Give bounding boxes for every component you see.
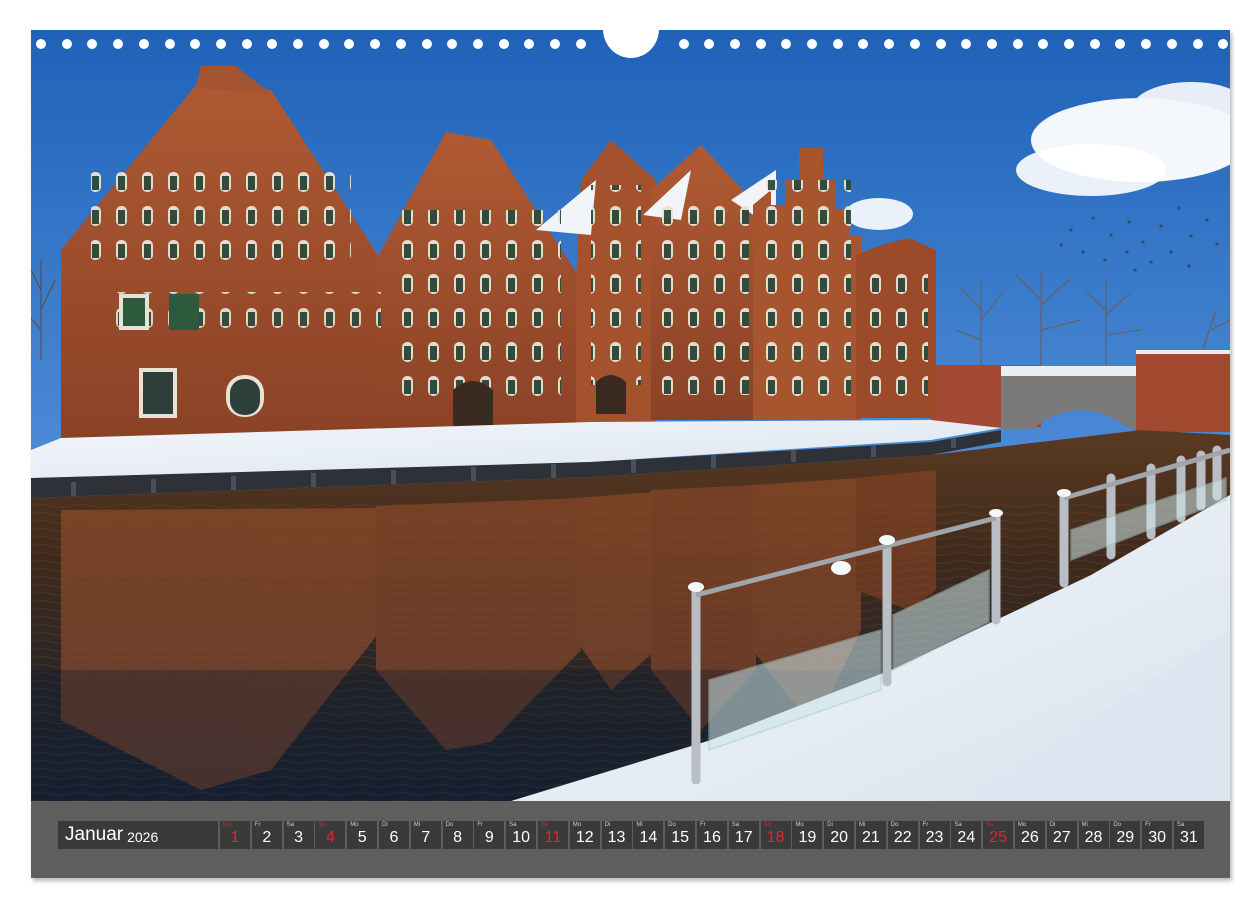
month-label: Januar 2026 bbox=[58, 821, 218, 849]
day-number: 25 bbox=[989, 829, 1008, 846]
day-cell: Mi 7 bbox=[410, 821, 441, 849]
day-of-week: Mi bbox=[1081, 822, 1088, 828]
day-of-week: Fr bbox=[254, 822, 261, 828]
month-year: 2026 bbox=[127, 828, 159, 845]
day-of-week: Fr bbox=[477, 822, 484, 828]
day-number: 23 bbox=[925, 829, 944, 846]
day-of-week: Mi bbox=[858, 822, 866, 828]
day-of-week: Fr bbox=[699, 822, 706, 828]
day-of-week: Mi bbox=[636, 822, 643, 828]
day-number: 4 bbox=[325, 829, 335, 846]
day-number: 12 bbox=[575, 829, 594, 846]
day-of-week: Sa bbox=[731, 822, 740, 828]
day-number: 31 bbox=[1180, 829, 1198, 846]
day-number: 13 bbox=[607, 829, 626, 846]
day-number: 6 bbox=[389, 829, 399, 846]
day-cell: So 25 bbox=[983, 821, 1014, 849]
day-of-week: Sa bbox=[1176, 822, 1185, 828]
day-cell: Mo 5 bbox=[347, 821, 378, 849]
day-cell: Sa 24 bbox=[951, 821, 982, 849]
day-cell: Do 15 bbox=[665, 821, 696, 849]
day-number: 16 bbox=[703, 829, 721, 846]
day-cell: So 11 bbox=[537, 821, 568, 849]
day-of-week: Mo bbox=[795, 822, 804, 828]
day-number: 24 bbox=[957, 829, 976, 846]
day-number: 27 bbox=[1052, 829, 1071, 846]
day-cell: Di 27 bbox=[1046, 821, 1077, 849]
day-of-week: Do bbox=[1113, 822, 1121, 828]
day-of-week: Fr bbox=[1145, 822, 1151, 828]
day-number: 30 bbox=[1148, 829, 1166, 846]
day-of-week: Do bbox=[445, 822, 454, 828]
day-of-week: So bbox=[540, 822, 549, 828]
month-name: Januar bbox=[65, 824, 124, 845]
day-of-week: Mo bbox=[572, 822, 582, 828]
day-number: 9 bbox=[484, 829, 494, 846]
day-of-week: Di bbox=[604, 822, 611, 828]
day-number: 1 bbox=[230, 829, 240, 846]
day-number: 5 bbox=[357, 829, 367, 846]
day-cell: Do 1 bbox=[220, 821, 250, 849]
day-number: 14 bbox=[639, 829, 658, 846]
day-of-week: Di bbox=[827, 822, 833, 828]
day-of-week: Sa bbox=[509, 822, 517, 828]
day-number: 11 bbox=[544, 829, 562, 846]
day-cell: So 18 bbox=[760, 821, 791, 849]
day-of-week: So bbox=[763, 822, 771, 828]
day-number: 15 bbox=[671, 829, 690, 846]
day-of-week: Fr bbox=[922, 822, 929, 828]
calendar-photo bbox=[31, 30, 1230, 801]
day-of-week: Sa bbox=[286, 822, 294, 828]
day-of-week: Mo bbox=[350, 822, 359, 828]
day-cell: Sa 3 bbox=[283, 821, 314, 849]
day-cell: Do 29 bbox=[1110, 821, 1141, 849]
day-cell: Fr 23 bbox=[919, 821, 950, 849]
day-number: 22 bbox=[893, 829, 912, 846]
day-cell: Mi 28 bbox=[1078, 821, 1109, 849]
day-number: 7 bbox=[421, 829, 431, 846]
day-number: 26 bbox=[1021, 829, 1039, 846]
day-number: 3 bbox=[294, 829, 304, 846]
day-cells: Do 1 Fr 2 Sa 3 So 4 Mo 5 Di 6 Mi 7 Do 8 Fr 9 Sa 10 So 11 Mo 12 D… bbox=[220, 821, 1206, 849]
day-cell: Mo 26 bbox=[1014, 821, 1045, 849]
day-of-week: So bbox=[318, 822, 326, 828]
day-of-week: Do bbox=[890, 822, 899, 828]
day-of-week: Do bbox=[668, 822, 676, 828]
day-number: 17 bbox=[734, 829, 753, 846]
day-cell: Mo 19 bbox=[792, 821, 823, 849]
day-number: 2 bbox=[262, 829, 272, 846]
day-cell: Di 13 bbox=[601, 821, 632, 849]
day-number: 29 bbox=[1116, 829, 1135, 846]
day-number: 20 bbox=[830, 829, 849, 846]
calendar-strip: Januar 2026 Do 1 Fr 2 Sa 3 So 4 Mo 5 Di 6 Mi 7 Do 8 Fr 9 S… bbox=[31, 801, 1230, 878]
day-cell: Di 6 bbox=[378, 821, 409, 849]
day-cell: Do 8 bbox=[442, 821, 473, 849]
day-of-week: Di bbox=[381, 822, 388, 828]
day-cell: Mi 21 bbox=[855, 821, 886, 849]
day-cell: Sa 17 bbox=[728, 821, 759, 849]
day-number: 10 bbox=[512, 829, 531, 846]
day-cell: Fr 2 bbox=[251, 821, 282, 849]
day-of-week: Do bbox=[223, 822, 231, 828]
day-number: 18 bbox=[766, 829, 785, 846]
day-cell: Sa 31 bbox=[1173, 821, 1204, 849]
day-cell: Fr 16 bbox=[696, 821, 727, 849]
day-number: 28 bbox=[1084, 829, 1103, 846]
day-cell: Sa 10 bbox=[506, 821, 537, 849]
day-of-week: Mo bbox=[1017, 822, 1027, 828]
day-number: 19 bbox=[798, 829, 817, 846]
day-number: 21 bbox=[862, 829, 880, 846]
day-cell: Di 20 bbox=[824, 821, 855, 849]
day-of-week: So bbox=[986, 822, 994, 828]
day-cell: So 4 bbox=[315, 821, 346, 849]
day-cell: Do 22 bbox=[887, 821, 918, 849]
day-cell: Fr 9 bbox=[474, 821, 505, 849]
day-of-week: Di bbox=[1049, 822, 1056, 828]
day-cell: Fr 30 bbox=[1142, 821, 1173, 849]
day-of-week: Mi bbox=[413, 822, 421, 828]
day-cell: Mi 14 bbox=[633, 821, 664, 849]
day-of-week: Sa bbox=[954, 822, 962, 828]
day-cell: Mo 12 bbox=[569, 821, 600, 849]
day-number: 8 bbox=[453, 829, 463, 846]
